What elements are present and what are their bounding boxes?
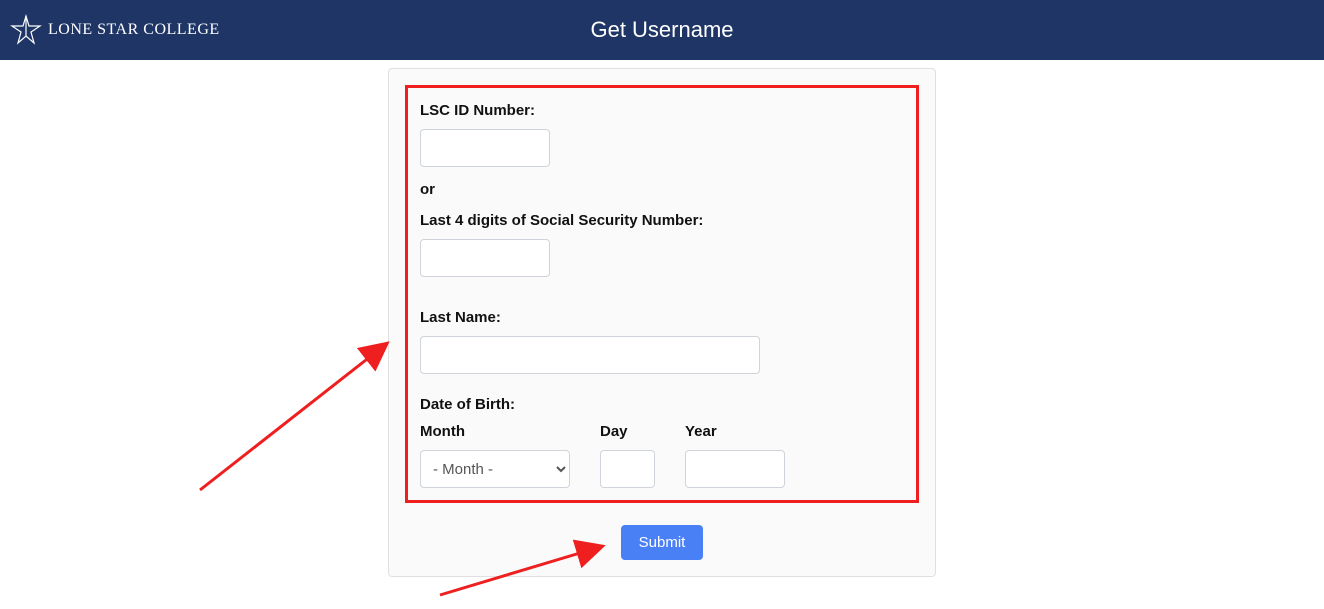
year-input[interactable] (685, 450, 785, 488)
month-select[interactable]: - Month - (420, 450, 570, 488)
dob-month-col: Month - Month - (420, 423, 570, 488)
year-label: Year (685, 423, 785, 440)
lsc-id-label: LSC ID Number: (420, 102, 904, 119)
page-title: Get Username (590, 17, 733, 43)
form-card: LSC ID Number: or Last 4 digits of Socia… (388, 68, 936, 577)
ssn-input[interactable] (420, 239, 550, 277)
last-name-group: Last Name: (420, 309, 904, 374)
last-name-input[interactable] (420, 336, 760, 374)
day-label: Day (600, 423, 655, 440)
day-input[interactable] (600, 450, 655, 488)
ssn-label: Last 4 digits of Social Security Number: (420, 212, 904, 229)
submit-row: Submit (405, 525, 919, 560)
or-text: or (420, 181, 904, 198)
star-icon (10, 14, 42, 46)
header-bar: LONE STAR COLLEGE Get Username (0, 0, 1324, 60)
dob-row: Month - Month - Day Year (420, 423, 904, 488)
dob-year-col: Year (685, 423, 785, 488)
lsc-id-input[interactable] (420, 129, 550, 167)
dob-group: Date of Birth: Month - Month - Day Year (420, 396, 904, 488)
logo-text: LONE STAR COLLEGE (48, 21, 220, 39)
dob-day-col: Day (600, 423, 655, 488)
dob-label: Date of Birth: (420, 396, 904, 413)
logo: LONE STAR COLLEGE (10, 14, 220, 46)
month-label: Month (420, 423, 570, 440)
lsc-id-group: LSC ID Number: (420, 102, 904, 167)
submit-button[interactable]: Submit (621, 525, 704, 560)
ssn-group: Last 4 digits of Social Security Number: (420, 212, 904, 277)
content-area: LSC ID Number: or Last 4 digits of Socia… (0, 60, 1324, 577)
form-highlight-box: LSC ID Number: or Last 4 digits of Socia… (405, 85, 919, 503)
last-name-label: Last Name: (420, 309, 904, 326)
